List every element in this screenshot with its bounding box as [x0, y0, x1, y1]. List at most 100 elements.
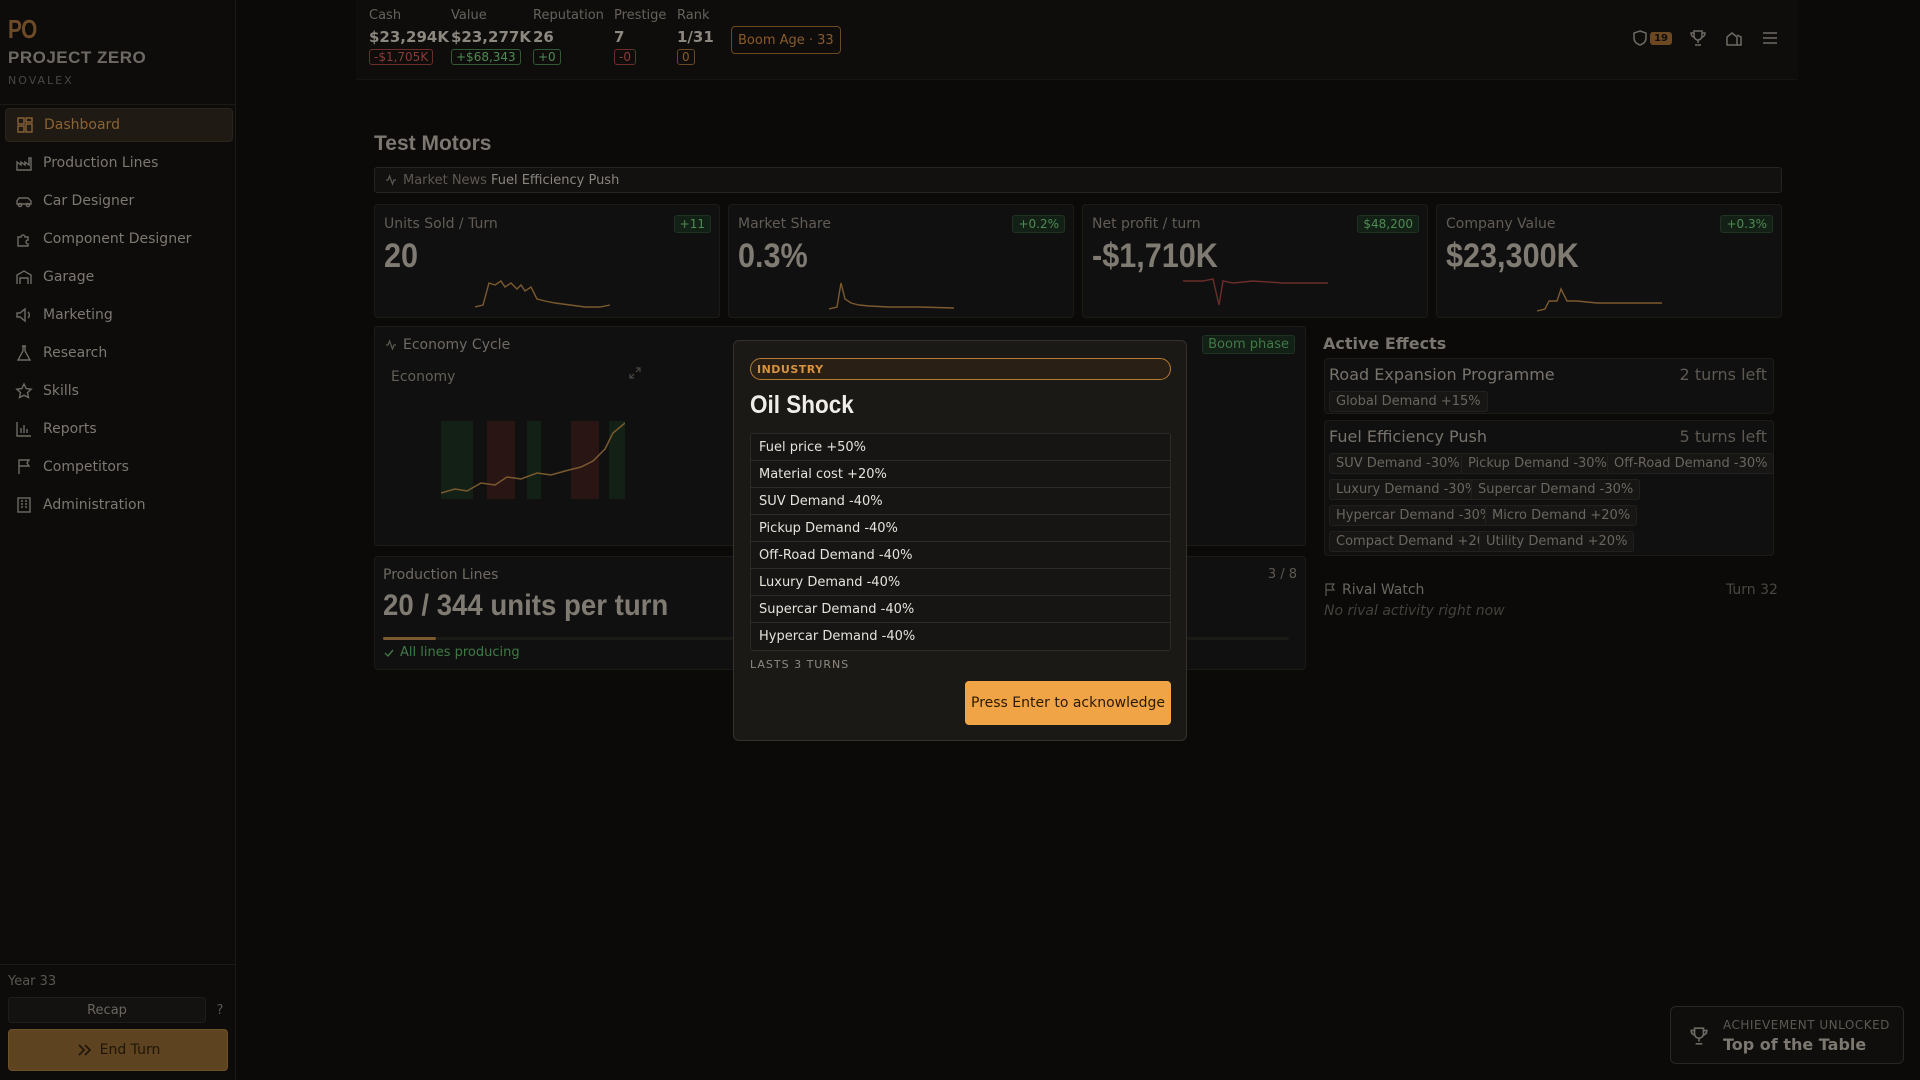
kpi-value: 0.3% — [738, 237, 808, 275]
logo: PO — [8, 14, 37, 44]
production-status-label: All lines producing — [400, 645, 520, 660]
event-effect-row: SUV Demand -40% — [751, 488, 1170, 515]
event-effect-row: Material cost +20% — [751, 461, 1170, 488]
divider — [0, 104, 236, 105]
market-news-bar[interactable]: Market News Fuel Efficiency Push — [374, 167, 1782, 193]
news-label: Market News — [403, 172, 487, 188]
sidebar-item-production-lines[interactable]: Production Lines — [5, 146, 233, 180]
sidebar-item-skills[interactable]: Skills — [5, 374, 233, 408]
effect-turns: 5 turns left — [1679, 427, 1767, 446]
notifications-button[interactable]: 19 — [1631, 28, 1672, 48]
toast-subtitle: ACHIEVEMENT UNLOCKED — [1723, 1018, 1890, 1032]
megaphone-icon — [15, 306, 33, 324]
kpi-card-company-value[interactable]: Company Value $23,300K +0.3% — [1436, 204, 1782, 318]
stat-label: Cash — [369, 8, 402, 23]
factory-icon — [15, 154, 33, 172]
stat-cash: Cash $23,294K -$1,705K — [369, 8, 449, 65]
economy-chart-label: Economy — [391, 369, 456, 385]
effect-turns: 2 turns left — [1679, 365, 1767, 384]
acknowledge-button[interactable]: Press Enter to acknowledge — [965, 681, 1171, 725]
activity-icon — [386, 174, 396, 186]
sidebar-item-marketing[interactable]: Marketing — [5, 298, 233, 332]
effect-chip: SUV Demand -30% — [1329, 453, 1467, 474]
expand-icon[interactable] — [629, 367, 641, 379]
top-bar: Cash $23,294K -$1,705K Value $23,277K +$… — [356, 0, 1798, 80]
sparkline — [1183, 278, 1328, 306]
car-icon — [15, 192, 33, 210]
effect-chip: Hypercar Demand -30% — [1329, 505, 1500, 526]
sidebar-item-component-designer[interactable]: Component Designer — [5, 222, 233, 256]
economy-age-badge: Boom Age · 33 — [731, 26, 841, 54]
end-turn-button[interactable]: End Turn — [8, 1029, 228, 1071]
sidebar-item-label: Dashboard — [44, 117, 120, 133]
flag-icon — [1325, 583, 1336, 596]
flask-icon — [15, 344, 33, 362]
event-effect-row: Hypercar Demand -40% — [751, 623, 1170, 650]
panel-title: Economy Cycle — [403, 337, 511, 353]
rival-turn: Turn 32 — [1726, 582, 1778, 598]
effect-chip: Utility Demand +20% — [1479, 531, 1635, 552]
stat-value: $23,277K — [451, 28, 531, 46]
event-duration: LASTS 3 TURNS — [750, 658, 850, 671]
event-effect-row: Pickup Demand -40% — [751, 515, 1170, 542]
stat-delta: -$1,705K — [369, 49, 434, 65]
recap-button[interactable]: Recap — [8, 997, 206, 1023]
help-button[interactable]: ? — [212, 997, 228, 1023]
effect-chip: Global Demand +15% — [1329, 391, 1488, 412]
sidebar-item-competitors[interactable]: Competitors — [5, 450, 233, 484]
phase-band — [527, 421, 541, 499]
kpi-badge: +0.3% — [1720, 215, 1773, 233]
achievement-toast[interactable]: ACHIEVEMENT UNLOCKED Top of the Table — [1670, 1006, 1904, 1064]
phase-band — [487, 421, 515, 499]
sidebar-item-label: Administration — [43, 497, 146, 513]
sidebar-item-administration[interactable]: Administration — [5, 488, 233, 522]
menu-button[interactable] — [1760, 28, 1780, 48]
stat-rank: Rank 1/31 0 — [677, 8, 714, 65]
sidebar-item-garage[interactable]: Garage — [5, 260, 233, 294]
kpi-label: Company Value — [1446, 216, 1556, 232]
sidebar-item-label: Component Designer — [43, 231, 192, 247]
sparkline — [475, 280, 611, 308]
stat-delta: +0 — [533, 49, 561, 65]
puzzle-icon — [15, 230, 33, 248]
check-icon — [384, 649, 394, 657]
sidebar-item-label: Skills — [43, 383, 79, 399]
sidebar-item-research[interactable]: Research — [5, 336, 233, 370]
sparkline — [1537, 287, 1662, 312]
sidebar-item-reports[interactable]: Reports — [5, 412, 233, 446]
trophy-icon — [1690, 1027, 1708, 1045]
sidebar-item-car-designer[interactable]: Car Designer — [5, 184, 233, 218]
stat-label: Prestige — [614, 8, 667, 23]
sidebar-item-label: Car Designer — [43, 193, 135, 209]
garage-shortcut-button[interactable] — [1724, 28, 1744, 48]
shield-icon — [1633, 30, 1647, 46]
event-effect-row: Luxury Demand -40% — [751, 569, 1170, 596]
kpi-badge: +0.2% — [1012, 215, 1065, 233]
kpi-card-market-share[interactable]: Market Share 0.3% +0.2% — [728, 204, 1074, 318]
building-icon — [15, 496, 33, 514]
effect-chip: Pickup Demand -30% — [1461, 453, 1614, 474]
sidebar-nav: Dashboard Production Lines Car Designer … — [5, 108, 233, 526]
active-effects-title: Active Effects — [1323, 334, 1447, 353]
stat-value: 1/31 — [677, 28, 714, 46]
effect-card: Fuel Efficiency Push 5 turns left SUV De… — [1324, 420, 1775, 556]
notification-count: 19 — [1650, 31, 1672, 45]
event-title: Oil Shock — [750, 391, 854, 419]
kpi-card-net-profit[interactable]: Net profit / turn -$1,710K $48,200 — [1082, 204, 1428, 318]
divider — [0, 964, 236, 965]
rival-watch-label: Rival Watch — [1342, 582, 1425, 598]
event-effect-row: Off-Road Demand -40% — [751, 542, 1170, 569]
sidebar-item-dashboard[interactable]: Dashboard — [5, 108, 233, 142]
bar-chart-icon — [15, 420, 33, 438]
capacity-fill — [383, 637, 436, 640]
effect-name: Fuel Efficiency Push — [1329, 427, 1487, 446]
rival-watch-title: Rival Watch — [1324, 582, 1424, 598]
achievements-button[interactable] — [1688, 28, 1708, 48]
effect-chip: Supercar Demand -30% — [1471, 479, 1641, 500]
page-title: Test Motors — [374, 132, 492, 155]
economy-phase-badge: Boom phase — [1202, 335, 1295, 354]
stat-label: Reputation — [533, 8, 604, 23]
kpi-card-units-sold[interactable]: Units Sold / Turn 20 +11 — [374, 204, 720, 318]
kpi-label: Units Sold / Turn — [384, 216, 498, 232]
event-effect-row: Supercar Demand -40% — [751, 596, 1170, 623]
